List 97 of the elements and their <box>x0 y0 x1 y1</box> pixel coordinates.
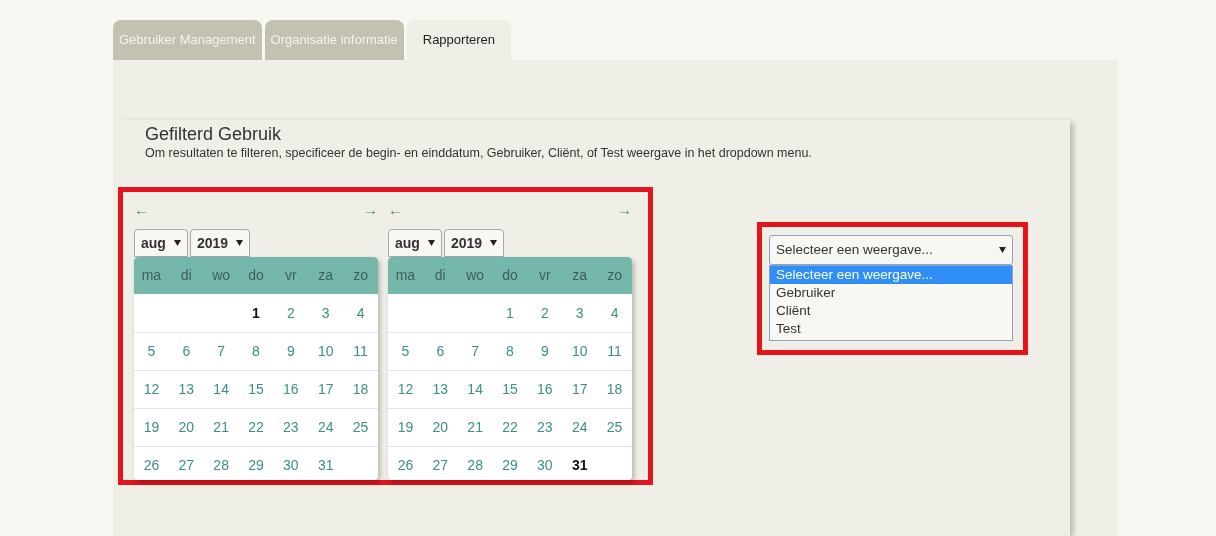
weekday-label: zo <box>352 266 369 285</box>
weekday-label: do <box>247 266 265 285</box>
day-cell[interactable]: 20 <box>168 417 204 438</box>
day-cell[interactable]: 9 <box>273 341 309 362</box>
day-cell[interactable]: 21 <box>203 417 239 438</box>
day-cell[interactable]: 8 <box>492 341 528 362</box>
weekday-label: di <box>433 266 447 285</box>
day-cell[interactable]: 5 <box>388 341 423 362</box>
day-cell[interactable]: 27 <box>168 455 204 476</box>
caret-icon <box>999 247 1006 253</box>
dropdown-option[interactable]: Selecteer een weergave... <box>770 266 1012 284</box>
day-cell[interactable]: 15 <box>492 379 528 400</box>
day-cell[interactable]: 29 <box>238 455 274 476</box>
day-cell[interactable]: 29 <box>492 455 528 476</box>
day-cell[interactable]: 20 <box>422 417 458 438</box>
day-cell[interactable]: 9 <box>527 341 563 362</box>
dropdown-option[interactable]: Gebruiker <box>770 284 1012 302</box>
next-month-arrow[interactable]: → <box>617 202 632 218</box>
day-cell[interactable]: 23 <box>527 417 563 438</box>
weekday-label: do <box>501 266 519 285</box>
day-cell[interactable]: 22 <box>492 417 528 438</box>
day-cell[interactable]: 25 <box>597 417 632 438</box>
day-cell[interactable]: 30 <box>527 455 563 476</box>
day-cell[interactable]: 28 <box>457 455 493 476</box>
day-cell[interactable]: 15 <box>238 379 274 400</box>
day-cell[interactable]: 23 <box>273 417 309 438</box>
tab[interactable]: Rapporteren <box>406 20 512 60</box>
section-description: Om resultaten te filteren, specificeer de begin- en einddatum, Gebruiker, Cliënt, of Test weergave in het dropdown menu. <box>145 145 813 161</box>
day-cell[interactable]: 3 <box>308 302 344 324</box>
dropdown-option[interactable]: Test <box>770 320 1012 338</box>
day-cell[interactable]: 24 <box>562 417 598 438</box>
day-cell[interactable]: 14 <box>203 379 239 400</box>
day-cell[interactable]: 7 <box>457 341 493 362</box>
day-cell[interactable]: 19 <box>134 417 169 438</box>
day-cell[interactable]: 18 <box>597 379 632 400</box>
weekday-label: zo <box>606 266 623 285</box>
dropdown-option[interactable]: Cliënt <box>770 302 1012 320</box>
weekday-label: ma <box>140 266 163 285</box>
day-cell[interactable]: 3 <box>562 302 598 324</box>
previous-month-arrow[interactable]: ← <box>134 202 149 218</box>
day-cell[interactable]: 18 <box>343 379 378 400</box>
day-cell[interactable]: 31 <box>308 455 344 476</box>
day-cell[interactable]: 12 <box>388 379 423 400</box>
day-cell[interactable]: 26 <box>134 455 169 476</box>
day-cell[interactable]: 2 <box>527 302 563 324</box>
month-select[interactable]: aug <box>388 229 442 257</box>
day-cell[interactable]: 19 <box>388 417 423 438</box>
caret-icon <box>490 240 498 246</box>
weekday-label: za <box>571 266 589 285</box>
day-cell[interactable]: 10 <box>308 341 344 362</box>
weekday-label: vr <box>538 266 552 285</box>
weekday-label: wo <box>465 266 486 285</box>
day-cell[interactable]: 26 <box>388 455 423 476</box>
day-cell[interactable]: 4 <box>597 302 632 324</box>
weekday-label: vr <box>284 266 298 285</box>
day-cell[interactable]: 6 <box>168 341 204 362</box>
day-cell[interactable]: 12 <box>134 379 169 400</box>
year-select[interactable]: 2019 <box>189 229 251 257</box>
day-cell[interactable]: 25 <box>343 417 378 438</box>
day-cell[interactable]: 16 <box>527 379 563 400</box>
month-select[interactable]: aug <box>134 229 188 257</box>
day-cell[interactable]: 11 <box>597 341 632 362</box>
caret-icon <box>427 240 435 246</box>
previous-month-arrow[interactable]: ← <box>388 202 403 218</box>
day-cell[interactable]: 28 <box>203 455 239 476</box>
caret-icon <box>236 240 244 246</box>
day-cell[interactable]: 7 <box>203 341 239 362</box>
day-cell[interactable]: 5 <box>134 341 169 362</box>
day-cell[interactable]: 11 <box>343 341 378 362</box>
weekday-label: wo <box>211 266 232 285</box>
day-cell[interactable]: 6 <box>422 341 458 362</box>
day-cell[interactable]: 30 <box>273 455 309 476</box>
year-select[interactable]: 2019 <box>443 229 505 257</box>
day-cell[interactable]: 22 <box>238 417 274 438</box>
day-cell[interactable]: 13 <box>422 379 458 400</box>
weekday-label: za <box>317 266 335 285</box>
day-cell[interactable]: 8 <box>238 341 274 362</box>
day-cell[interactable]: 24 <box>308 417 344 438</box>
day-cell[interactable]: 21 <box>457 417 493 438</box>
day-cell[interactable]: 1 <box>492 302 528 324</box>
day-cell[interactable]: 13 <box>168 379 204 400</box>
day-cell[interactable]: 17 <box>308 379 344 400</box>
day-cell[interactable]: 4 <box>343 302 378 324</box>
view-select[interactable]: Selecteer een weergave... <box>769 235 1013 265</box>
day-cell[interactable]: 31 <box>562 455 598 476</box>
weekday-label: ma <box>394 266 417 285</box>
day-cell[interactable]: 1 <box>238 302 274 324</box>
day-cell[interactable]: 27 <box>422 455 458 476</box>
day-cell[interactable]: 2 <box>273 302 309 324</box>
caret-icon <box>173 240 181 246</box>
day-cell[interactable]: 14 <box>457 379 493 400</box>
day-cell[interactable]: 17 <box>562 379 598 400</box>
day-cell[interactable]: 16 <box>273 379 309 400</box>
next-month-arrow[interactable]: → <box>363 202 378 218</box>
section-title: Gefilterd Gebruik <box>145 123 283 145</box>
weekday-label: di <box>179 266 193 285</box>
day-cell[interactable]: 10 <box>562 341 598 362</box>
